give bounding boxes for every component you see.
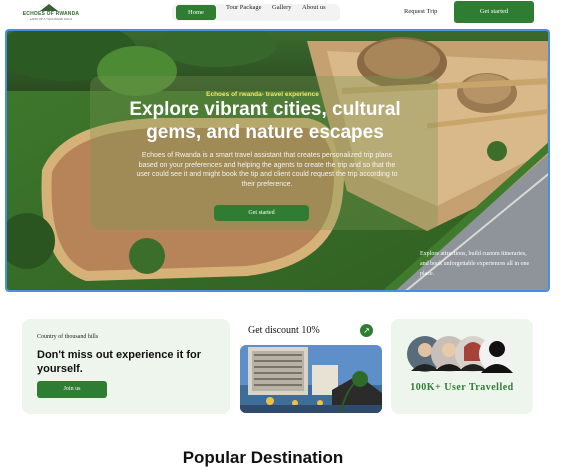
- join-card-label: Country of thousand hills: [37, 334, 99, 340]
- popular-destination-heading: Popular Destination: [182, 448, 344, 467]
- hero-description: Echoes of Rwanda is a smart travel assis…: [136, 152, 398, 188]
- join-card-headline: Don't miss out experience it for yoursel…: [37, 349, 201, 375]
- arrow-up-right-icon[interactable]: ↗: [360, 324, 373, 337]
- users-travelled-count: 100K+ User Travelled: [410, 382, 514, 393]
- site-logo[interactable]: ECHOES OF RWANDA LAND OF A THOUSAND HILL…: [16, 4, 86, 22]
- user-avatars: [407, 333, 527, 375]
- join-card: Country of thousand hills Don't miss out…: [22, 319, 230, 414]
- hero-eyebrow: Echoes of rwanda- travel experience: [206, 91, 319, 98]
- nav-about-us[interactable]: About us: [302, 4, 326, 11]
- hotel-image: [240, 345, 382, 413]
- hero-side-note: Explore attractions, build custom itiner…: [420, 251, 530, 277]
- hero-get-started-button[interactable]: Get started: [214, 205, 309, 221]
- discount-card[interactable]: Get discount 10% ↗: [240, 318, 382, 413]
- nav-home[interactable]: Home: [176, 5, 216, 20]
- logo-tagline: LAND OF A THOUSAND HILLS: [29, 17, 73, 21]
- nav-tour-package[interactable]: Tour Package: [226, 4, 261, 11]
- get-started-button[interactable]: Get started: [454, 1, 534, 23]
- users-card: 100K+ User Travelled: [391, 319, 533, 414]
- request-trip-link[interactable]: Request Trip: [404, 8, 437, 15]
- hero-section: Echoes of rwanda- travel experience Expl…: [5, 29, 550, 292]
- mountain-icon: [40, 4, 58, 11]
- nav-gallery[interactable]: Gallery: [272, 4, 292, 11]
- discount-title: Get discount 10%: [248, 325, 320, 336]
- hero-headline: Explore vibrant cities, cultural gems, a…: [129, 99, 401, 143]
- join-us-button[interactable]: Join us: [37, 381, 107, 398]
- top-navbar: ECHOES OF RWANDA LAND OF A THOUSAND HILL…: [0, 0, 566, 28]
